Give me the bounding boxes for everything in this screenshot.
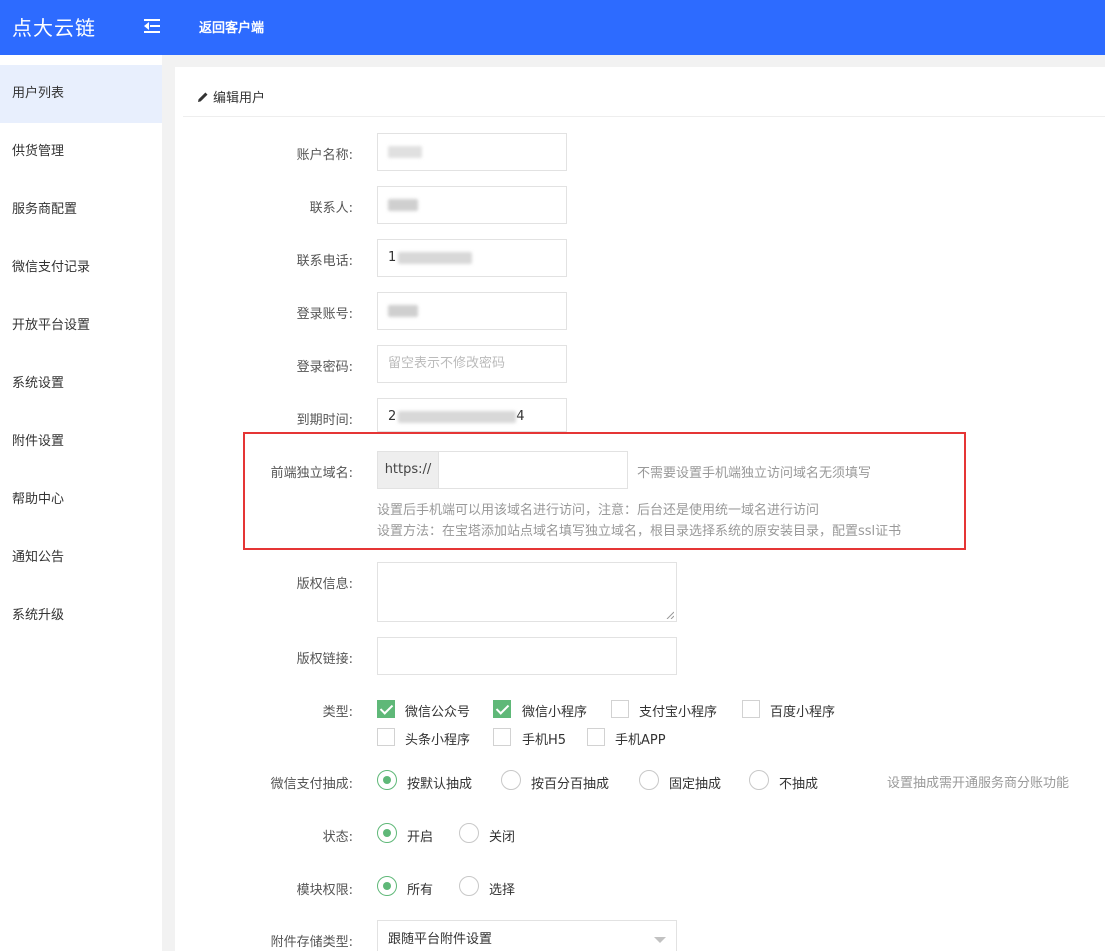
panel-title: 编辑用户 bbox=[197, 87, 265, 106]
copyright-info-textarea[interactable] bbox=[377, 562, 677, 622]
radio-label: 选择 bbox=[489, 883, 516, 898]
checkbox-label: 微信小程序 bbox=[522, 705, 588, 720]
radio-module-all[interactable] bbox=[377, 876, 397, 896]
radio-label: 开启 bbox=[407, 830, 434, 845]
sidebar-item-system-upgrade[interactable]: 系统升级 bbox=[0, 587, 162, 645]
checkbox-baidu-mini[interactable] bbox=[742, 700, 760, 718]
domain-aside-hint: 不需要设置手机端独立访问域名无须填写 bbox=[637, 466, 872, 481]
expire-visible-end: 4 bbox=[516, 409, 525, 424]
domain-input[interactable] bbox=[438, 451, 628, 489]
commission-label: 微信支付抽成: bbox=[270, 777, 353, 792]
radio-label: 不抽成 bbox=[779, 777, 819, 792]
expire-visible-start: 2 bbox=[388, 409, 397, 424]
radio-label: 固定抽成 bbox=[669, 777, 722, 792]
panel-header: 编辑用户 bbox=[183, 67, 1105, 117]
sidebar: 用户列表 供货管理 服务商配置 微信支付记录 开放平台设置 系统设置 附件设置 … bbox=[0, 55, 162, 951]
password-label: 登录密码: bbox=[296, 360, 353, 375]
app-logo: 点大云链 bbox=[12, 16, 96, 40]
commission-aside-hint: 设置抽成需开通服务商分账功能 bbox=[887, 776, 1070, 791]
type-label: 类型: bbox=[322, 705, 353, 720]
checkbox-label: 头条小程序 bbox=[405, 733, 471, 748]
menu-toggle-icon[interactable] bbox=[144, 18, 160, 34]
top-bar: 点大云链 返回客户端 bbox=[0, 0, 1105, 55]
redacted-value bbox=[388, 304, 418, 317]
expire-time-label: 到期时间: bbox=[296, 413, 353, 428]
checkbox-alipay-mini[interactable] bbox=[611, 700, 629, 718]
radio-status-on[interactable] bbox=[377, 823, 397, 843]
checkbox-label: 手机APP bbox=[615, 733, 666, 748]
sidebar-item-attachment-settings[interactable]: 附件设置 bbox=[0, 413, 162, 471]
checkbox-label: 支付宝小程序 bbox=[639, 705, 718, 720]
storage-type-value: 跟随平台附件设置 bbox=[388, 932, 493, 947]
login-account-label: 登录账号: bbox=[296, 307, 353, 322]
checkbox-label: 微信公众号 bbox=[405, 705, 471, 720]
checkbox-wechat-mini[interactable] bbox=[493, 700, 511, 718]
chevron-down-icon bbox=[654, 937, 666, 943]
radio-commission-default[interactable] bbox=[377, 770, 397, 790]
radio-commission-fixed[interactable] bbox=[639, 770, 659, 790]
checkbox-wechat-official[interactable] bbox=[377, 700, 395, 718]
module-permission-label: 模块权限: bbox=[296, 883, 353, 898]
domain-help-line-1: 设置后手机端可以用该域名进行访问，注意：后台还是使用统一域名进行访问 bbox=[377, 503, 820, 518]
checkbox-label: 手机H5 bbox=[522, 733, 567, 748]
panel-title-text: 编辑用户 bbox=[213, 91, 266, 106]
contact-label: 联系人: bbox=[309, 201, 353, 216]
sidebar-item-wechat-pay-records[interactable]: 微信支付记录 bbox=[0, 239, 162, 297]
edit-user-panel: 编辑用户 账户名称: 联系人: 联系电话: 1 登录账号: 登录密码: 留空表示… bbox=[175, 67, 1105, 951]
checkbox-mobile-app[interactable] bbox=[587, 728, 605, 746]
sidebar-item-open-platform[interactable]: 开放平台设置 bbox=[0, 297, 162, 355]
checkbox-mobile-h5[interactable] bbox=[493, 728, 511, 746]
radio-label: 关闭 bbox=[489, 830, 516, 845]
storage-type-select[interactable]: 跟随平台附件设置 bbox=[377, 920, 677, 951]
phone-visible-prefix: 1 bbox=[388, 250, 397, 265]
expire-time-input[interactable]: 24 bbox=[377, 398, 567, 432]
status-label: 状态: bbox=[322, 830, 353, 845]
sidebar-item-supply[interactable]: 供货管理 bbox=[0, 123, 162, 181]
sidebar-item-help-center[interactable]: 帮助中心 bbox=[0, 471, 162, 529]
radio-label: 按默认抽成 bbox=[407, 777, 473, 792]
login-account-input[interactable] bbox=[377, 292, 567, 330]
phone-label: 联系电话: bbox=[296, 254, 353, 269]
radio-label: 所有 bbox=[407, 883, 434, 898]
copyright-link-label: 版权链接: bbox=[296, 652, 353, 667]
radio-label: 按百分百抽成 bbox=[531, 777, 610, 792]
phone-input[interactable]: 1 bbox=[377, 239, 567, 277]
back-to-client-link[interactable]: 返回客户端 bbox=[199, 17, 264, 36]
https-prefix: https:// bbox=[377, 451, 439, 489]
contact-input[interactable] bbox=[377, 186, 567, 224]
copyright-link-input[interactable] bbox=[377, 637, 677, 675]
redacted-value bbox=[388, 198, 418, 211]
domain-label: 前端独立域名: bbox=[270, 466, 353, 481]
pencil-icon bbox=[198, 92, 208, 102]
resize-handle-icon[interactable] bbox=[666, 611, 674, 619]
account-name-input[interactable] bbox=[377, 133, 567, 171]
password-input[interactable]: 留空表示不修改密码 bbox=[377, 345, 567, 383]
sidebar-item-system-settings[interactable]: 系统设置 bbox=[0, 355, 162, 413]
storage-type-label: 附件存储类型: bbox=[270, 935, 353, 950]
copyright-info-label: 版权信息: bbox=[296, 577, 353, 592]
radio-commission-percent[interactable] bbox=[501, 770, 521, 790]
redacted-value bbox=[388, 145, 422, 158]
sidebar-item-user-list[interactable]: 用户列表 bbox=[0, 65, 162, 123]
checkbox-toutiao-mini[interactable] bbox=[377, 728, 395, 746]
sidebar-item-provider-config[interactable]: 服务商配置 bbox=[0, 181, 162, 239]
account-name-label: 账户名称: bbox=[296, 148, 353, 163]
radio-commission-none[interactable] bbox=[749, 770, 769, 790]
sidebar-item-announcements[interactable]: 通知公告 bbox=[0, 529, 162, 587]
redacted-value bbox=[398, 410, 517, 423]
checkbox-label: 百度小程序 bbox=[770, 705, 836, 720]
radio-status-off[interactable] bbox=[459, 823, 479, 843]
radio-module-select[interactable] bbox=[459, 876, 479, 896]
domain-help-line-2: 设置方法：在宝塔添加站点域名填写独立域名，根目录选择系统的原安装目录，配置ssl… bbox=[377, 524, 902, 539]
redacted-value bbox=[398, 251, 473, 264]
